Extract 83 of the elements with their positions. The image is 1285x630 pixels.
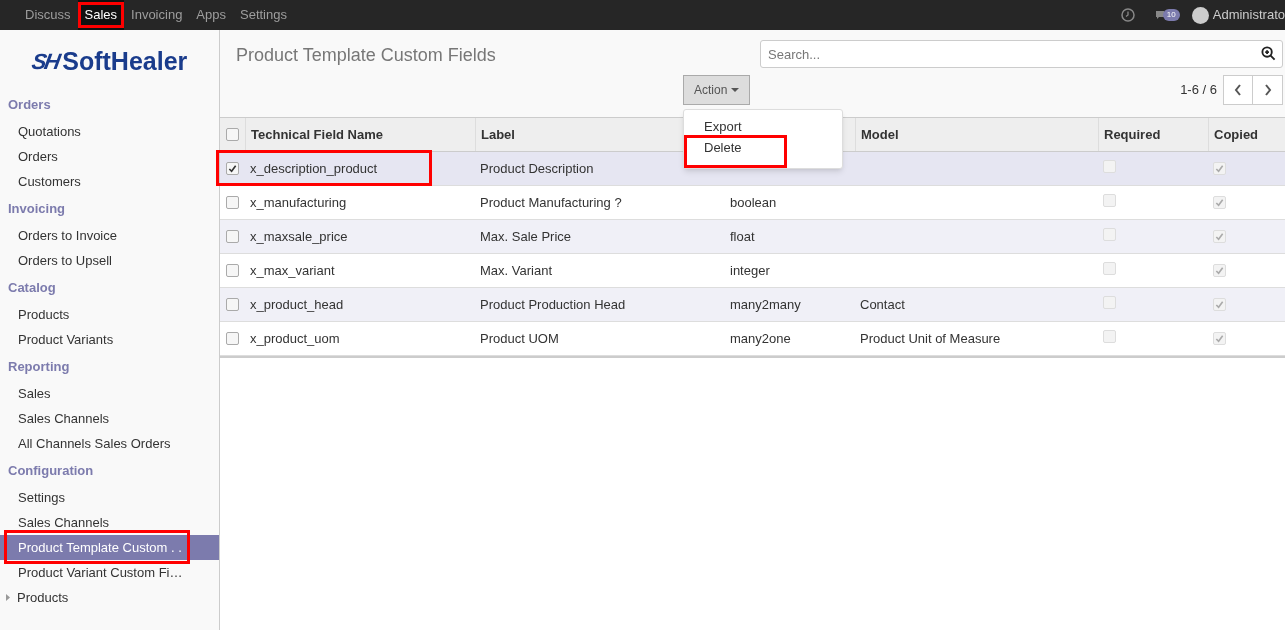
- table-cell: Max. Variant: [480, 262, 552, 278]
- table-row[interactable]: x_maxsale_price Max. Sale Price float: [220, 220, 1285, 254]
- menu-tab[interactable]: Apps: [189, 0, 233, 30]
- chevron-left-icon: [1234, 84, 1242, 96]
- menu-tab[interactable]: Invoicing: [124, 0, 190, 30]
- checkmark-icon: [228, 164, 237, 173]
- sidebar-item[interactable]: Orders to Invoice: [0, 223, 219, 248]
- sidebar-item[interactable]: Product Variant Custom Fi…: [0, 560, 219, 585]
- sidebar-item[interactable]: Sales: [0, 381, 219, 406]
- section-heading: Invoicing: [7, 200, 67, 218]
- sidebar-item[interactable]: Customers: [0, 169, 219, 194]
- table-cell: boolean: [730, 194, 777, 210]
- table-cell: x_manufacturing: [250, 194, 347, 210]
- checkbox[interactable]: [226, 264, 239, 277]
- sidebar-item[interactable]: Products: [0, 585, 219, 610]
- sidebar-item[interactable]: Product Variants: [0, 327, 219, 352]
- menu-item[interactable]: Delete: [684, 135, 787, 168]
- next-button[interactable]: [1253, 75, 1283, 105]
- chevron-right-icon: [1263, 84, 1272, 96]
- menu-tab[interactable]: Settings: [233, 0, 294, 30]
- checkbox[interactable]: [226, 332, 239, 345]
- sidebar-item[interactable]: Settings: [0, 485, 219, 510]
- clock-icon[interactable]: [1120, 8, 1135, 22]
- sidebar-item[interactable]: Products: [0, 302, 219, 327]
- section-heading: Catalog: [7, 279, 57, 297]
- checkmark-icon: [1215, 265, 1224, 275]
- checkbox[interactable]: [226, 128, 239, 141]
- table-row[interactable]: x_product_head Product Production Head many2many Contact: [220, 288, 1285, 322]
- section-heading: Configuration: [7, 462, 95, 480]
- action-dropdown-button[interactable]: Action: [683, 75, 751, 105]
- search-icon[interactable]: [1261, 46, 1276, 61]
- checkmark-icon: [1215, 197, 1224, 207]
- checkbox[interactable]: [226, 230, 239, 243]
- table-cell: Max. Sale Price: [480, 228, 572, 244]
- user-avatar[interactable]: [1191, 6, 1209, 24]
- chat-icon[interactable]: [1154, 10, 1165, 20]
- sidebar-item[interactable]: Product Template Custom . .: [0, 535, 219, 560]
- logo-mark: SH: [28, 48, 62, 76]
- table-cell: float: [730, 228, 755, 244]
- column-header[interactable]: Technical Field Name: [251, 124, 383, 145]
- message-count-badge: 10: [1162, 9, 1180, 21]
- table-cell: Product Description: [480, 160, 594, 176]
- table-cell: many2one: [730, 330, 791, 346]
- column-header[interactable]: Copied: [1214, 124, 1259, 145]
- sidebar-item[interactable]: Orders to Upsell: [0, 248, 219, 273]
- caret-icon: [5, 594, 11, 601]
- table-cell: x_description_product: [250, 160, 378, 176]
- table-cell: x_maxsale_price: [250, 228, 348, 244]
- pager-value: 1-6 / 6: [1180, 81, 1217, 100]
- checkmark-icon: [1215, 299, 1224, 309]
- previous-button[interactable]: [1223, 75, 1253, 105]
- table-cell: Product Unit of Measure: [860, 330, 1001, 346]
- sidebar-item[interactable]: Quotations: [0, 119, 219, 144]
- column-header[interactable]: Label: [481, 124, 515, 145]
- column-header[interactable]: Required: [1104, 124, 1161, 145]
- table-cell: integer: [730, 262, 770, 278]
- table-cell: Product Manufacturing ?: [480, 194, 622, 210]
- column-header[interactable]: Model: [861, 124, 899, 145]
- section-heading: Reporting: [7, 358, 71, 376]
- sidebar-item[interactable]: Orders: [0, 144, 219, 169]
- logo-text: SoftHealer: [62, 45, 188, 77]
- checkmark-icon: [1215, 333, 1224, 343]
- caret-icon: [731, 87, 740, 93]
- sidebar-item[interactable]: All Channels Sales Orders: [0, 431, 219, 456]
- checkbox[interactable]: [226, 196, 239, 209]
- table-cell: x_product_uom: [250, 330, 340, 346]
- table-cell: Contact: [860, 296, 905, 312]
- checkmark-icon: [1215, 231, 1224, 241]
- table-cell: x_product_head: [250, 296, 344, 312]
- search-field[interactable]: Search...: [760, 40, 1283, 68]
- table-cell: Product Production Head: [480, 296, 626, 312]
- user-name[interactable]: Administrato: [1212, 5, 1285, 25]
- table-cell: many2many: [730, 296, 801, 312]
- checkmark-icon: [1215, 163, 1224, 173]
- sidebar-item[interactable]: Sales Channels: [0, 406, 219, 431]
- section-heading: Orders: [7, 96, 52, 114]
- sidebar-item[interactable]: Sales Channels: [0, 510, 219, 535]
- table-cell: Product UOM: [480, 330, 559, 346]
- checkbox[interactable]: [226, 298, 239, 311]
- page-title: Product Template Custom Fields: [236, 44, 497, 67]
- checkbox[interactable]: [226, 162, 239, 175]
- table-cell: x_max_variant: [250, 262, 335, 278]
- menu-tab[interactable]: Discuss: [18, 0, 78, 30]
